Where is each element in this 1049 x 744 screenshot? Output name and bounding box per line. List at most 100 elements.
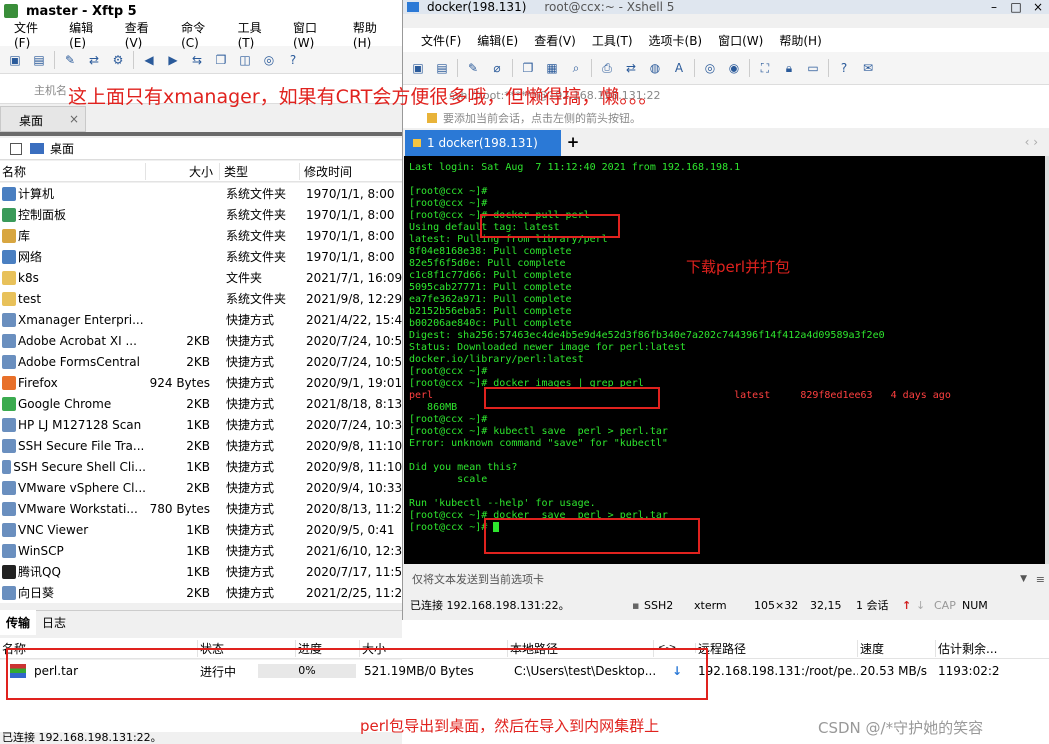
properties-icon[interactable]: ✎ <box>61 51 79 69</box>
file-date: 1970/1/1, 8:00 <box>306 186 395 201</box>
new-session-icon[interactable]: ▣ <box>6 51 24 69</box>
file-name-cell: 向日葵 <box>0 584 146 601</box>
xftp-menu-item[interactable]: 命令(C) <box>173 19 229 50</box>
file-row[interactable]: Firefox 924 Bytes 快捷方式 2020/9/1, 19:01 <box>0 372 402 393</box>
xftp-menu-item[interactable]: 工具(T) <box>230 19 285 50</box>
file-row[interactable]: Xmanager Enterpri... 快捷方式 2021/4/22, 15:46 <box>0 309 402 330</box>
xftp-menu-item[interactable]: 编辑(E) <box>61 19 117 50</box>
col-name[interactable]: 名称 <box>0 162 146 180</box>
file-row[interactable]: Google Chrome 2KB 快捷方式 2021/8/18, 8:13 <box>0 393 402 414</box>
tab-scroll-icon[interactable]: ‹ › <box>1025 135 1038 149</box>
command-icon[interactable]: ⚙ <box>109 51 127 69</box>
open-folder-icon[interactable]: ▤ <box>30 51 48 69</box>
new-icon[interactable]: ▣ <box>409 59 427 77</box>
forward-icon[interactable]: ▶ <box>164 51 182 69</box>
xftp-menu-item[interactable]: 窗口(W) <box>285 19 345 50</box>
terminal-line: [root@ccx ~]# kubectl save perl > perl.t… <box>409 426 668 437</box>
chat-icon[interactable]: ✉ <box>859 59 877 77</box>
close-button[interactable]: × <box>1027 0 1049 14</box>
script-icon[interactable]: ◉ <box>725 59 743 77</box>
col-size[interactable]: 大小 <box>146 162 220 180</box>
download-arrow-grey-icon[interactable]: ↓ <box>916 599 934 612</box>
file-row[interactable]: 网络 系统文件夹 1970/1/1, 8:00 <box>0 246 402 267</box>
file-row[interactable]: 向日葵 2KB 快捷方式 2021/2/25, 11:27 <box>0 582 402 603</box>
xs-status-num: NUM <box>962 598 988 612</box>
menu-icon[interactable]: ≡ <box>1036 573 1045 586</box>
copy-icon[interactable]: ❐ <box>212 51 230 69</box>
terminal-line: [root@ccx ~]# <box>409 414 488 425</box>
help-icon[interactable]: ? <box>284 51 302 69</box>
xftp-tab-desktop[interactable]: 桌面 × <box>0 106 86 132</box>
file-row[interactable]: 腾讯QQ 1KB 快捷方式 2020/7/17, 11:50 <box>0 561 402 582</box>
print-icon[interactable]: ⎙ <box>598 59 616 77</box>
tcol-remote[interactable]: 远程路径 <box>696 639 858 657</box>
file-row[interactable]: 库 系统文件夹 1970/1/1, 8:00 <box>0 225 402 246</box>
dropdown-icon[interactable]: ▼ <box>1020 574 1027 584</box>
file-row[interactable]: 控制面板 系统文件夹 1970/1/1, 8:00 <box>0 204 402 225</box>
file-size: 1KB <box>186 564 210 579</box>
back-icon[interactable]: ◀ <box>140 51 158 69</box>
file-row[interactable]: SSH Secure Shell Cli... 1KB 快捷方式 2020/9/8, … <box>0 456 402 477</box>
find-icon[interactable]: ⌕ <box>567 59 585 77</box>
compare-icon[interactable]: ◫ <box>236 51 254 69</box>
tab-log[interactable]: 日志 <box>36 610 72 635</box>
disconnect-icon[interactable]: ⌀ <box>488 59 506 77</box>
xftp-path-bar[interactable]: 桌面 <box>0 138 402 160</box>
new-tab-button[interactable]: + <box>563 133 583 153</box>
xftp-menu-item[interactable]: 文件(F) <box>6 19 61 50</box>
reconnect-icon[interactable]: ✎ <box>464 59 482 77</box>
xftp-menu-item[interactable]: 帮助(H) <box>345 19 402 50</box>
xshell-menu-item[interactable]: 编辑(E) <box>469 32 526 49</box>
file-row[interactable]: Adobe Acrobat XI ... 2KB 快捷方式 2020/7/24, 10… <box>0 330 402 351</box>
connect-icon[interactable]: ⇄ <box>85 51 103 69</box>
transfer-icon[interactable]: ⇄ <box>622 59 640 77</box>
xftp-menu-item[interactable]: 查看(V) <box>117 19 173 50</box>
file-row[interactable]: HP LJ M127128 Scan 1KB 快捷方式 2020/7/24, 10:3… <box>0 414 402 435</box>
file-row[interactable]: VMware vSphere Cl... 2KB 快捷方式 2020/9/4, 10:… <box>0 477 402 498</box>
col-type[interactable]: 类型 <box>220 162 300 180</box>
file-name: 计算机 <box>18 187 55 201</box>
xftp-icon[interactable]: ◎ <box>701 59 719 77</box>
file-row[interactable]: SSH Secure File Tra... 2KB 快捷方式 2020/9/8, 1… <box>0 435 402 456</box>
col-date[interactable]: 修改时间 <box>300 163 400 180</box>
file-type: 快捷方式 <box>226 565 275 579</box>
fullscreen-icon[interactable]: ⛶ <box>756 59 774 77</box>
tab-transfer[interactable]: 传输 <box>0 610 37 635</box>
layout-icon[interactable]: ▭ <box>804 59 822 77</box>
file-type: 快捷方式 <box>226 376 275 390</box>
font-icon[interactable]: A <box>670 59 688 77</box>
send-bar[interactable]: 仅将文本发送到当前选项卡 ▼ ≡ <box>404 566 1049 592</box>
close-icon[interactable]: × <box>69 112 79 126</box>
tab-docker-session[interactable]: 1 docker(198.131) <box>405 130 561 156</box>
sync-icon[interactable]: ⇆ <box>188 51 206 69</box>
file-row[interactable]: 计算机 系统文件夹 1970/1/1, 8:00 <box>0 183 402 204</box>
copy-icon[interactable]: ❐ <box>519 59 537 77</box>
minimize-button[interactable]: – <box>983 0 1005 14</box>
file-row[interactable]: WinSCP 1KB 快捷方式 2021/6/10, 12:36 <box>0 540 402 561</box>
lock-icon[interactable]: 🔒︎ <box>780 59 798 77</box>
tcol-speed[interactable]: 速度 <box>858 639 936 657</box>
terminal-scrollbar[interactable] <box>1045 156 1049 564</box>
upload-arrow-icon[interactable]: ↑ <box>902 599 916 612</box>
panel-toggle-icon[interactable] <box>10 142 22 155</box>
xshell-menu-item[interactable]: 选项卡(B) <box>641 32 711 49</box>
open-icon[interactable]: ▤ <box>433 59 451 77</box>
xshell-menu-item[interactable]: 查看(V) <box>526 32 584 49</box>
highlight-docker-save <box>484 518 700 554</box>
xshell-menu-item[interactable]: 帮助(H) <box>771 32 829 49</box>
xshell-menu-item[interactable]: 工具(T) <box>584 32 641 49</box>
file-row[interactable]: test 系统文件夹 2021/9/8, 12:29 <box>0 288 402 309</box>
file-row[interactable]: Adobe FormsCentral 2KB 快捷方式 2020/7/24, 10:5… <box>0 351 402 372</box>
xshell-menu-item[interactable]: 文件(F) <box>413 32 469 49</box>
globe-icon[interactable]: ◍ <box>646 59 664 77</box>
tcol-eta[interactable]: 估计剩余... <box>936 640 1046 657</box>
xshell-icon[interactable]: ◎ <box>260 51 278 69</box>
help-icon[interactable]: ? <box>835 59 853 77</box>
xftp-path: 桌面 <box>50 142 75 156</box>
xshell-menu-item[interactable]: 窗口(W) <box>710 32 771 49</box>
maximize-button[interactable]: □ <box>1005 0 1027 14</box>
paste-icon[interactable]: ▦ <box>543 59 561 77</box>
file-row[interactable]: VNC Viewer 1KB 快捷方式 2020/9/5, 0:41 <box>0 519 402 540</box>
file-row[interactable]: VMware Workstati... 780 Bytes 快捷方式 2020/8/1… <box>0 498 402 519</box>
file-row[interactable]: k8s 文件夹 2021/7/1, 16:09 <box>0 267 402 288</box>
